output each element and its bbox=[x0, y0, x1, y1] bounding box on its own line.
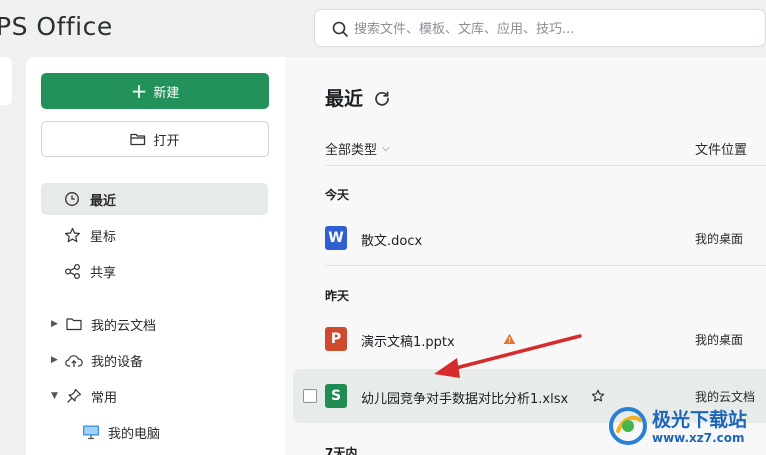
cloud-upload-icon bbox=[65, 351, 83, 369]
sidebar-item-label: 我的设备 bbox=[91, 354, 144, 370]
open-button-label: 打开 bbox=[153, 133, 180, 149]
row-checkbox[interactable] bbox=[303, 389, 317, 403]
watermark-name: 极光下载站 bbox=[652, 409, 748, 431]
divider bbox=[325, 265, 766, 266]
sidebar-item-frequent[interactable]: ▼ 常用 bbox=[41, 381, 268, 411]
divider bbox=[325, 165, 766, 166]
file-name: 散文.docx bbox=[361, 234, 423, 249]
chevron-down-icon[interactable]: ▼ bbox=[51, 391, 61, 401]
search-icon bbox=[332, 21, 348, 37]
group-label-7days: 7天内 bbox=[325, 446, 358, 455]
watermark-url: www.xz7.com bbox=[652, 431, 745, 445]
group-label-yesterday: 昨天 bbox=[325, 289, 350, 303]
sidebar: + 新建 打开 最近 星标 共享 ▶ 我的云文档 ▶ 我的设备 ▼ 常用 我的电… bbox=[26, 57, 285, 455]
open-button[interactable]: 打开 bbox=[41, 121, 269, 157]
title-row: 最近 bbox=[325, 84, 391, 111]
warning-icon[interactable] bbox=[503, 333, 516, 345]
sidebar-item-label: 我的电脑 bbox=[108, 426, 161, 442]
chevron-right-icon[interactable]: ▶ bbox=[51, 355, 61, 365]
page-title: 最近 bbox=[325, 88, 364, 110]
clock-icon bbox=[63, 190, 81, 208]
sidebar-item-my-devices[interactable]: ▶ 我的设备 bbox=[41, 345, 268, 375]
chevron-right-icon[interactable]: ▶ bbox=[51, 319, 61, 329]
search-input[interactable] bbox=[354, 17, 754, 41]
sidebar-item-starred[interactable]: 星标 bbox=[41, 219, 268, 251]
pin-icon bbox=[65, 387, 83, 405]
file-row[interactable]: W 散文.docx 我的桌面 bbox=[293, 211, 766, 265]
file-name: 幼儿园竞争对手数据对比分析1.xlsx bbox=[361, 392, 569, 407]
location-column-header: 文件位置 bbox=[695, 143, 748, 158]
sidebar-item-label: 常用 bbox=[91, 390, 118, 406]
sidebar-item-label: 我的云文档 bbox=[91, 318, 157, 334]
file-location: 我的桌面 bbox=[695, 232, 744, 246]
file-name: 演示文稿1.pptx bbox=[361, 335, 455, 350]
watermark: 极光下载站 www.xz7.com bbox=[606, 400, 766, 455]
new-button-label: 新建 bbox=[153, 85, 180, 101]
app-brand: PS Office bbox=[0, 12, 113, 41]
sidebar-item-recent[interactable]: 最近 bbox=[41, 183, 268, 215]
sidebar-item-label: 星标 bbox=[90, 229, 117, 245]
star-icon bbox=[63, 226, 81, 244]
share-icon bbox=[63, 262, 81, 280]
search-box[interactable] bbox=[314, 9, 766, 47]
new-button[interactable]: + 新建 bbox=[41, 73, 269, 109]
sidebar-item-label: 共享 bbox=[90, 265, 117, 281]
monitor-icon bbox=[82, 423, 100, 441]
type-filter-dropdown[interactable]: 全部类型 ⌵ bbox=[325, 139, 390, 158]
type-filter-label: 全部类型 bbox=[325, 143, 378, 158]
ppt-doc-icon: P bbox=[325, 327, 347, 351]
sidebar-item-cloud-docs[interactable]: ▶ 我的云文档 bbox=[41, 309, 268, 339]
chevron-down-icon: ⌵ bbox=[382, 143, 390, 154]
sidebar-item-my-computer[interactable]: 我的电脑 bbox=[82, 417, 268, 447]
file-location: 我的桌面 bbox=[695, 333, 744, 347]
file-row[interactable]: P 演示文稿1.pptx 我的桌面 bbox=[293, 312, 766, 366]
refresh-icon[interactable] bbox=[373, 89, 391, 107]
sidebar-item-shared[interactable]: 共享 bbox=[41, 255, 268, 287]
sidebar-item-label: 最近 bbox=[90, 193, 117, 209]
word-doc-icon: W bbox=[325, 226, 347, 250]
star-icon[interactable] bbox=[591, 389, 605, 403]
folder-icon bbox=[65, 315, 83, 333]
top-bar: PS Office bbox=[0, 0, 766, 56]
group-label-today: 今天 bbox=[325, 188, 350, 202]
watermark-logo-icon bbox=[609, 407, 647, 445]
plus-icon: + bbox=[130, 79, 148, 103]
folder-open-icon bbox=[130, 133, 146, 146]
main-panel: 最近 全部类型 ⌵ 文件位置 今天 W 散文.docx 我的桌面 昨天 P 演示… bbox=[285, 57, 766, 455]
collapsed-panel bbox=[0, 57, 12, 105]
sheet-doc-icon: S bbox=[325, 384, 347, 408]
